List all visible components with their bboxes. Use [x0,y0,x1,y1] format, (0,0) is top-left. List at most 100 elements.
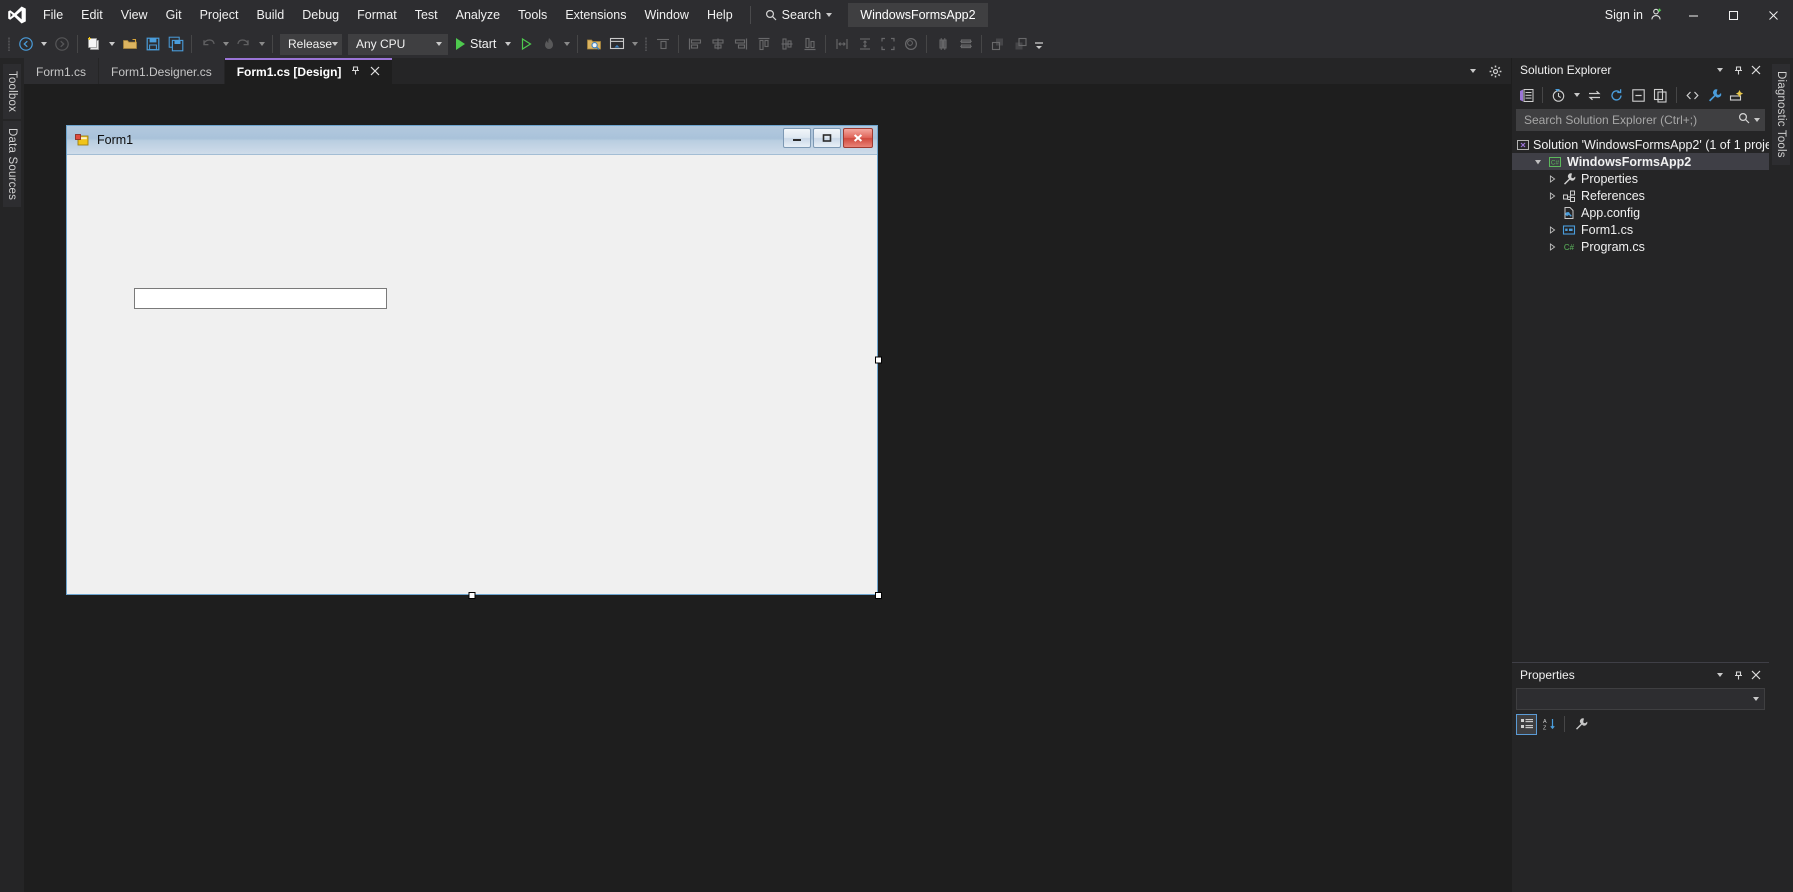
navigate-back-icon[interactable] [14,32,37,56]
window-close-button[interactable] [1753,0,1793,30]
menu-edit[interactable]: Edit [72,0,112,30]
toolbar-overflow-icon[interactable] [1032,32,1045,56]
properties-close-icon[interactable] [1747,665,1765,685]
menu-test[interactable]: Test [406,0,447,30]
make-same-height-icon[interactable] [853,32,876,56]
properties-grid[interactable] [1512,737,1769,892]
alphabetical-sort-icon[interactable]: AZ [1538,714,1559,735]
show-all-files-icon[interactable] [1650,84,1671,106]
properties-dropdown-icon[interactable] [1711,665,1729,685]
align-middles-icon[interactable] [775,32,798,56]
search-icon[interactable] [1738,111,1750,129]
hot-reload-dropdown[interactable] [560,32,573,56]
tab-form1-cs-design[interactable]: Form1.cs [Design] [224,58,393,84]
resize-handle-right[interactable] [875,356,882,364]
global-search[interactable]: Search [759,4,839,26]
undo-dropdown[interactable] [219,32,232,56]
center-vertically-icon[interactable] [954,32,977,56]
sidebar-item-data-sources[interactable]: Data Sources [3,121,21,208]
form-close-button[interactable] [843,128,873,148]
navigate-forward-icon[interactable] [50,32,73,56]
menu-help[interactable]: Help [698,0,742,30]
window-layout-icon[interactable] [605,32,628,56]
open-file-icon[interactable] [118,32,141,56]
redo-icon[interactable] [232,32,255,56]
search-input[interactable] [1524,113,1738,127]
solution-configuration-combo[interactable]: Release [280,33,342,55]
tab-form1-designer-cs[interactable]: Form1.Designer.cs [99,58,224,84]
solution-explorer-dropdown-icon[interactable] [1711,60,1729,80]
form-minimize-button[interactable] [783,128,811,148]
window-minimize-button[interactable] [1673,0,1713,30]
menu-file[interactable]: File [34,0,72,30]
menu-build[interactable]: Build [247,0,293,30]
designer-toolbar-grip[interactable] [641,35,651,53]
toolbar-grip[interactable] [4,35,14,53]
search-options-chevron-icon[interactable] [1754,118,1760,122]
new-project-dropdown[interactable] [105,32,118,56]
menu-project[interactable]: Project [191,0,248,30]
categorized-view-icon[interactable] [1516,713,1537,735]
solution-explorer-close-icon[interactable] [1747,60,1765,80]
view-code-icon[interactable] [1682,84,1703,106]
bring-to-front-icon[interactable] [986,32,1009,56]
solution-explorer-pin-icon[interactable] [1729,60,1747,80]
winforms-designer-surface[interactable]: Form1 [24,84,1511,892]
align-tops-icon[interactable] [752,32,775,56]
menu-git[interactable]: Git [157,0,191,30]
hot-reload-icon[interactable] [537,32,560,56]
solution-platform-combo[interactable]: Any CPU [348,33,448,55]
navigate-back-dropdown[interactable] [37,32,50,56]
resize-handle-bottom[interactable] [468,592,476,599]
tree-item-properties[interactable]: Properties [1512,170,1769,187]
align-centers-icon[interactable] [706,32,729,56]
tree-item-app-config[interactable]: App.config [1512,204,1769,221]
menu-debug[interactable]: Debug [293,0,348,30]
undo-icon[interactable] [196,32,219,56]
align-lefts-icon[interactable] [683,32,706,56]
lock-controls-icon[interactable] [899,32,922,56]
window-maximize-button[interactable] [1713,0,1753,30]
tree-item-form1-cs[interactable]: Form1.cs [1512,221,1769,238]
form-client-area[interactable] [67,155,877,594]
textbox-control[interactable] [134,288,387,309]
align-rights-icon[interactable] [729,32,752,56]
sign-in-button[interactable]: Sign in [1595,0,1673,30]
tree-item-project[interactable]: C# WindowsFormsApp2 [1512,153,1769,170]
tab-close-icon[interactable] [370,65,380,79]
solution-explorer-search[interactable] [1516,109,1765,131]
tree-item-references[interactable]: References [1512,187,1769,204]
properties-object-selector[interactable] [1516,688,1765,710]
properties-pin-icon[interactable] [1729,665,1747,685]
tab-form1-cs[interactable]: Form1.cs [24,58,99,84]
pending-changes-filter-icon[interactable] [1548,84,1569,106]
designed-form[interactable]: Form1 [66,125,878,595]
start-debug-button[interactable]: Start [451,32,501,56]
properties-wrench-icon[interactable] [1570,714,1591,735]
sidebar-item-toolbox[interactable]: Toolbox [3,64,21,120]
menu-window[interactable]: Window [635,0,697,30]
menu-extensions[interactable]: Extensions [556,0,635,30]
save-all-icon[interactable] [164,32,187,56]
twisty-icon[interactable] [1544,191,1560,200]
start-without-debugging-icon[interactable] [514,32,537,56]
pending-changes-dropdown[interactable] [1570,83,1583,107]
new-project-icon[interactable] [82,32,105,56]
twisty-icon[interactable] [1544,242,1560,251]
center-horizontally-icon[interactable] [931,32,954,56]
sync-with-active-document-icon[interactable] [1584,84,1605,106]
tree-item-program-cs[interactable]: C# Program.cs [1512,238,1769,255]
size-to-grid-icon[interactable] [876,32,899,56]
align-bottoms-icon[interactable] [798,32,821,56]
sidebar-item-diagnostic-tools[interactable]: Diagnostic Tools [1772,64,1790,165]
find-in-files-icon[interactable] [582,32,605,56]
align-to-grid-icon[interactable] [651,32,674,56]
start-dropdown[interactable] [501,32,514,56]
menu-view[interactable]: View [112,0,157,30]
pin-icon[interactable] [350,65,361,79]
collapse-all-icon[interactable] [1628,84,1649,106]
make-same-width-icon[interactable] [830,32,853,56]
form-maximize-button[interactable] [813,128,841,148]
preview-selected-items-icon[interactable] [1726,84,1747,106]
twisty-icon[interactable] [1530,158,1546,166]
